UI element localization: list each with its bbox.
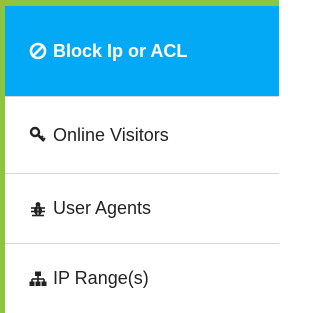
key-icon xyxy=(29,126,47,144)
sidebar-menu: Block Ip or ACL Online Visitors User Age xyxy=(5,6,279,313)
menu-item-block-ip[interactable]: Block Ip or ACL xyxy=(5,6,279,96)
menu-item-label: Block Ip or ACL xyxy=(53,40,188,61)
menu-item-label: IP Range(s) xyxy=(53,268,149,288)
menu-item-ip-range[interactable]: IP Range(s) xyxy=(5,243,279,313)
menu-item-online-visitors[interactable]: Online Visitors xyxy=(5,96,279,173)
bug-icon xyxy=(29,200,47,218)
sitemap-icon xyxy=(29,270,47,288)
menu-item-user-agents[interactable]: User Agents xyxy=(5,173,279,243)
menu-item-label: Online Visitors xyxy=(53,124,169,145)
menu-item-label: User Agents xyxy=(53,198,152,218)
ban-icon xyxy=(29,42,47,60)
